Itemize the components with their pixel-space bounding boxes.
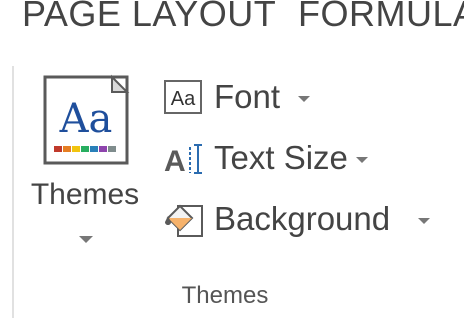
background-button-label: Background	[214, 200, 391, 237]
text-size-button-label: Text Size	[214, 139, 348, 176]
group-label-themes: Themes	[181, 282, 269, 309]
tab-page-layout[interactable]: PAGE LAYOUT	[22, 0, 276, 38]
themes-icon: Aa	[43, 74, 130, 165]
excel-ribbon-crop: PAGE LAYOUT FORMULA Aa Themes Aa Font A …	[0, 0, 464, 318]
font-icon-letters: Aa	[164, 80, 202, 114]
text-size-icon: A	[164, 144, 202, 178]
group-separator	[12, 66, 14, 318]
themes-icon-letters: Aa	[59, 96, 113, 142]
chevron-down-icon	[356, 157, 368, 163]
font-button-label: Font	[214, 78, 281, 115]
background-button[interactable]: Background	[160, 194, 450, 246]
chevron-down-icon	[418, 218, 430, 224]
svg-text:A: A	[164, 145, 186, 178]
ribbon-tab-row: PAGE LAYOUT FORMULA	[0, 0, 464, 38]
font-icon: Aa	[162, 78, 206, 118]
text-size-button[interactable]: A Text Size	[160, 133, 450, 185]
chevron-down-icon	[298, 96, 310, 102]
font-button[interactable]: Aa Font	[160, 72, 450, 124]
themes-button[interactable]: Aa Themes	[20, 68, 150, 268]
chevron-down-icon	[79, 236, 93, 243]
paint-bucket-icon	[165, 204, 203, 237]
themes-button-label: Themes	[30, 178, 140, 211]
tab-formulas[interactable]: FORMULA	[298, 0, 464, 38]
